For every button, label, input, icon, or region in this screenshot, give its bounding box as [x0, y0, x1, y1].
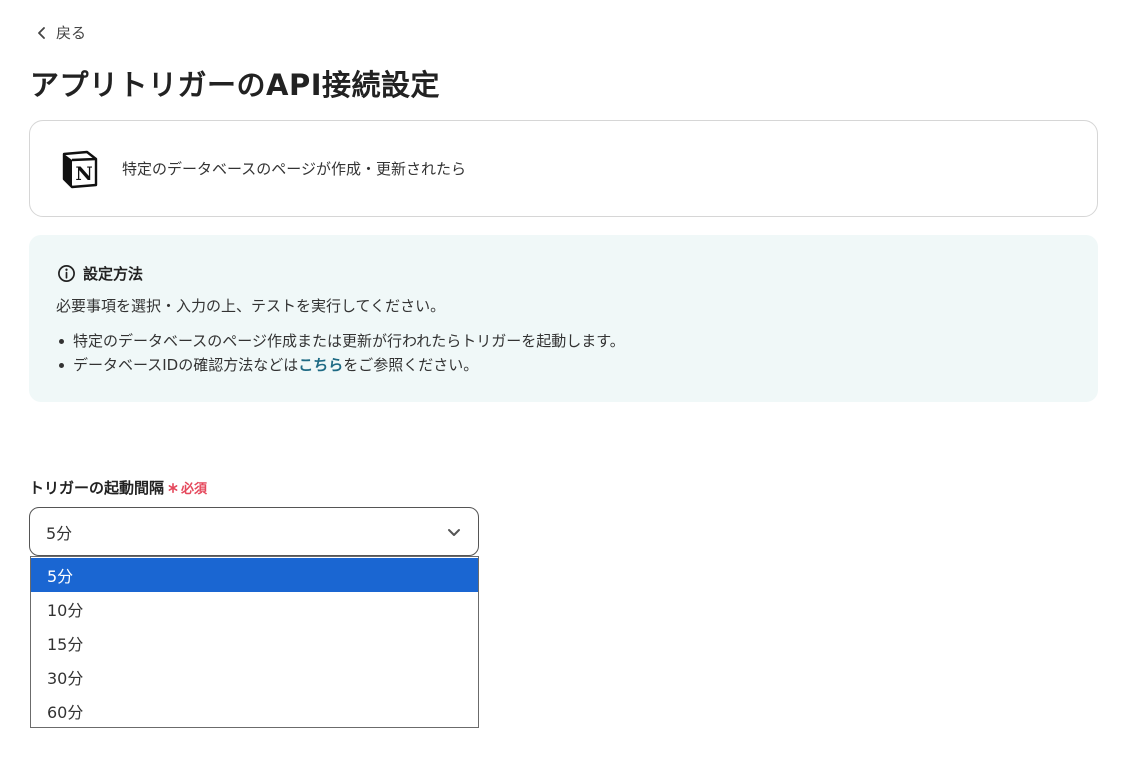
bullet-text: 特定のデータベースのページ作成または更新が行われたらトリガーを起動します。 — [73, 332, 625, 350]
setup-bullet-item: データベースIDの確認方法などはこちらをご参照ください。 — [56, 353, 625, 377]
setup-instructions-box: 設定方法 必要事項を選択・入力の上、テストを実行してください。 特定のデータベー… — [29, 235, 1098, 402]
setup-heading: 設定方法 — [57, 263, 143, 284]
option-5-minutes[interactable]: 5分 — [31, 558, 478, 592]
setup-description: 必要事項を選択・入力の上、テストを実行してください。 — [56, 297, 446, 315]
option-30-minutes[interactable]: 30分 — [31, 660, 478, 694]
page-title: アプリトリガーのAPI接続設定 — [30, 68, 440, 102]
bullet-text-prefix: データベースIDの確認方法などは — [73, 356, 299, 374]
bullet-text-suffix: をご参照ください。 — [343, 356, 479, 374]
select-current-value: 5分 — [46, 523, 73, 543]
trigger-description: 特定のデータベースのページが作成・更新されたら — [122, 160, 466, 178]
chevron-left-icon — [38, 26, 45, 39]
notion-logo-icon: N — [62, 150, 98, 188]
setup-heading-text: 設定方法 — [83, 265, 144, 283]
info-icon — [58, 265, 75, 282]
interval-options-dropdown: 5分 10分 15分 30分 60分 — [30, 556, 479, 728]
option-15-minutes[interactable]: 15分 — [31, 626, 478, 660]
option-10-minutes[interactable]: 10分 — [31, 592, 478, 626]
required-text: 必須 — [181, 482, 208, 497]
trigger-interval-label: トリガーの起動間隔 必須 — [29, 477, 207, 498]
back-link[interactable]: 戻る — [36, 22, 86, 43]
back-label: 戻る — [56, 24, 87, 42]
reference-link[interactable]: こちら — [298, 356, 343, 374]
trigger-interval-label-text: トリガーの起動間隔 — [29, 479, 165, 497]
asterisk-icon — [168, 482, 178, 493]
setup-bullet-list: 特定のデータベースのページ作成または更新が行われたらトリガーを起動します。 デー… — [56, 329, 625, 377]
setup-bullet-item: 特定のデータベースのページ作成または更新が行われたらトリガーを起動します。 — [56, 329, 625, 353]
required-badge: 必須 — [168, 478, 207, 497]
svg-text:N: N — [75, 163, 92, 185]
trigger-interval-select[interactable]: 5分 — [29, 507, 479, 556]
chevron-down-icon — [448, 528, 460, 536]
trigger-app-card: N 特定のデータベースのページが作成・更新されたら — [29, 120, 1098, 217]
option-60-minutes[interactable]: 60分 — [31, 694, 478, 728]
